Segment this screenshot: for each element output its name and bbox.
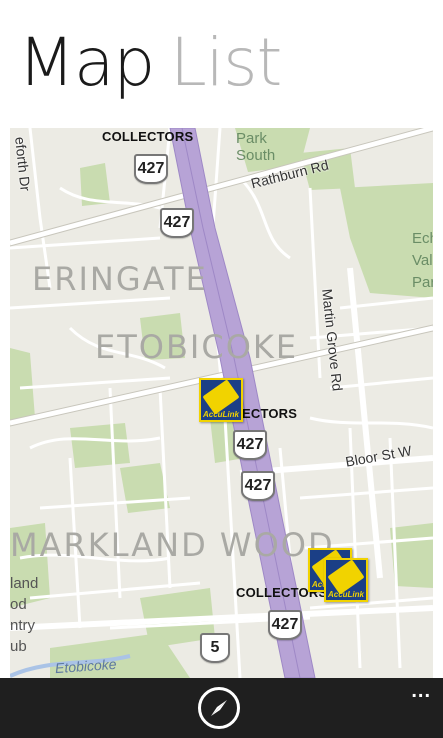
area-label-eringate: ERINGATE: [32, 260, 208, 298]
locate-me-icon: [211, 700, 227, 716]
atm-location-pin[interactable]: AccuLink: [324, 558, 368, 602]
highway-shield-427: 427: [268, 610, 302, 640]
tab-list[interactable]: List: [170, 24, 282, 102]
atm-pin-label: AccuLink: [202, 410, 239, 419]
park-area: [10, 348, 35, 423]
map-view[interactable]: Park South Ech Vall Par land od ntry ub …: [10, 128, 433, 678]
more-options-button[interactable]: ...: [411, 680, 431, 703]
park-label-country-club: land od ntry ub: [10, 575, 39, 655]
highway-shield-427: 427: [233, 430, 267, 460]
locate-me-button[interactable]: [198, 687, 240, 729]
park-area: [70, 423, 130, 468]
park-label-valley: Ech Vall Par: [412, 230, 433, 291]
app-bar: ...: [0, 678, 443, 738]
highway-shield-427: 427: [241, 471, 275, 501]
atm-location-pin[interactable]: AccuLink: [199, 378, 243, 422]
highway-shield-5: 5: [200, 633, 230, 663]
area-label-markland-wood: MARKLAND WOOD: [10, 526, 335, 564]
collectors-label: ECTORS: [242, 406, 298, 421]
park-label-park-south: Park South: [236, 130, 276, 164]
park-area: [120, 463, 170, 513]
highway-shield-427: 427: [160, 208, 194, 238]
collectors-label: COLLECTORS: [102, 129, 194, 144]
highway-shield-427: 427: [134, 154, 168, 184]
pivot-header: Map List: [0, 0, 443, 128]
area-label-etobicoke: ETOBICOKE: [95, 328, 299, 366]
atm-pin-label: AccuLink: [327, 590, 364, 599]
tab-map[interactable]: Map: [18, 24, 155, 102]
